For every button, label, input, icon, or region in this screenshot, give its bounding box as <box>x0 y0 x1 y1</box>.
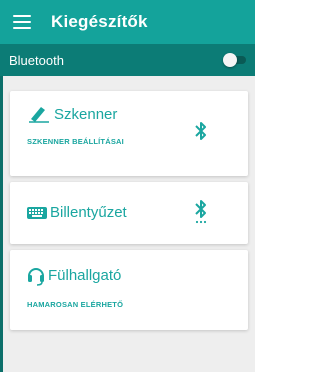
headset-title-row: Fülhallgató <box>27 264 121 286</box>
scanner-title-row: Szkenner <box>27 105 117 123</box>
bluetooth-toggle[interactable] <box>223 53 247 67</box>
keyboard-title-row: Billentyűzet <box>27 204 127 221</box>
pen-icon <box>27 105 51 123</box>
bluetooth-searching-icon <box>195 199 207 230</box>
hamburger-menu-icon[interactable] <box>13 15 31 29</box>
scanner-settings-link[interactable]: SZKENNER BEÁLLÍTÁSAI <box>27 137 124 146</box>
headset-card[interactable]: Fülhallgató HAMAROSAN ELÉRHETŐ <box>10 250 248 330</box>
headset-title: Fülhallgató <box>48 266 122 284</box>
keyboard-title: Billentyűzet <box>50 204 127 221</box>
bluetooth-label: Bluetooth <box>9 52 64 68</box>
bluetooth-bar: Bluetooth <box>0 44 255 76</box>
scanner-title: Szkenner <box>54 105 118 123</box>
bluetooth-icon <box>195 121 207 146</box>
coming-soon-label: HAMAROSAN ELÉRHETŐ <box>27 300 124 309</box>
accessory-list: Szkenner SZKENNER BEÁLLÍTÁSAI Billentyűz… <box>0 76 255 372</box>
headset-icon <box>27 264 45 286</box>
app-bar: Kiegészítők <box>0 0 255 44</box>
scanner-card[interactable]: Szkenner SZKENNER BEÁLLÍTÁSAI <box>10 91 248 176</box>
keyboard-icon <box>27 206 47 220</box>
page-title: Kiegészítők <box>51 12 148 31</box>
left-edge-divider <box>0 76 3 372</box>
toggle-thumb <box>223 53 237 67</box>
keyboard-card[interactable]: Billentyűzet <box>10 182 248 244</box>
